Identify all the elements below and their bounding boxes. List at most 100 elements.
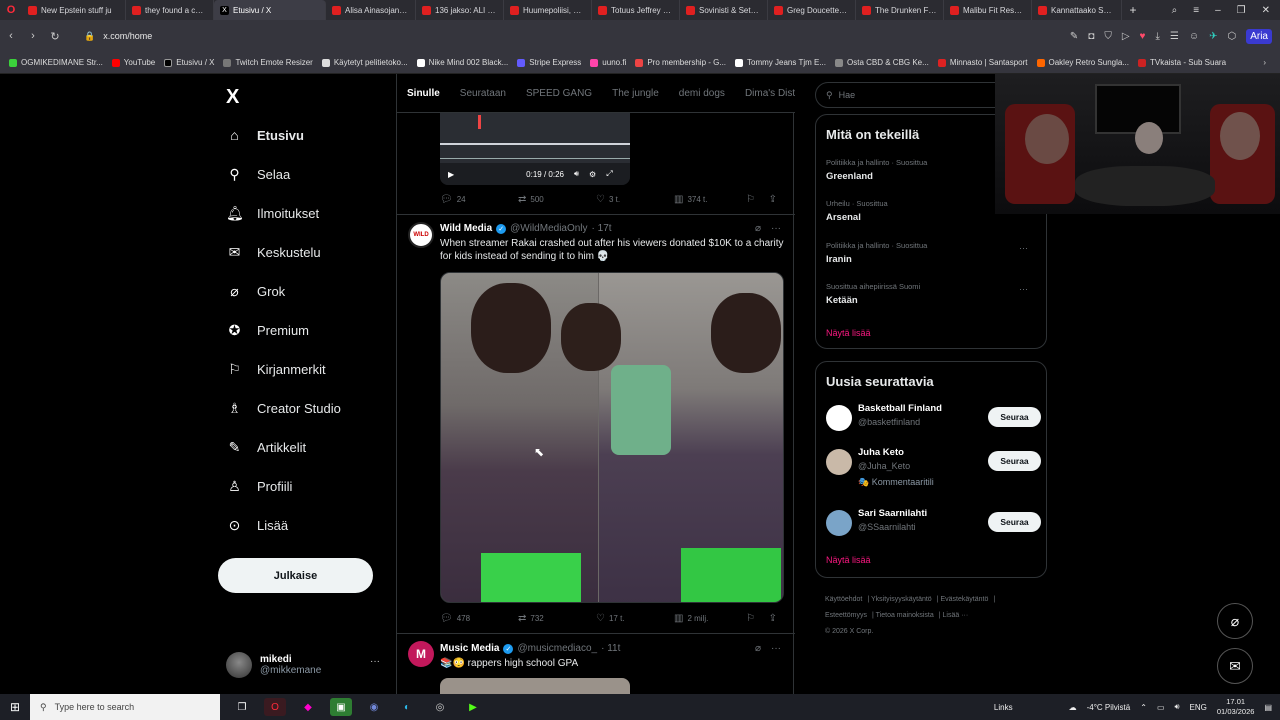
fullscreen-icon[interactable]: ⤢ — [606, 169, 612, 179]
opera-taskbar-icon[interactable]: O — [264, 698, 286, 716]
settings-gear-icon[interactable]: ⚙ — [589, 170, 596, 179]
search-tabs-icon[interactable]: ⌕ — [1172, 5, 1178, 16]
browser-tab[interactable]: The Drunken Fall of — [856, 0, 944, 20]
bookmark-item[interactable]: Nike Mind 002 Black... — [416, 58, 508, 67]
play-icon[interactable]: ▶ — [448, 170, 454, 179]
url-field[interactable]: x.com/home — [103, 31, 152, 41]
bookmark-item[interactable]: Pro membership - G... — [635, 58, 726, 67]
app-taskbar-icon[interactable]: ◎ — [429, 698, 451, 716]
trend-item[interactable]: Politiikka ja hallinto · Suosittua Iranin… — [826, 241, 1036, 265]
avatar[interactable]: WILD — [408, 222, 434, 248]
footer-link[interactable]: Lisää ··· — [943, 612, 969, 619]
sidebar-item-home[interactable]: ⌂ Etusivu — [226, 123, 304, 147]
footer-link[interactable]: Käyttöehdot — [825, 596, 862, 603]
sidebar-item-notifications[interactable]: 🔔︎ Ilmoitukset — [226, 201, 319, 225]
edit-icon[interactable]: ✎ — [1070, 31, 1078, 42]
browser-tab[interactable]: Kannattaako Screa — [1032, 0, 1122, 20]
more-dots-icon[interactable]: ··· — [1019, 284, 1028, 294]
bookmark-item[interactable]: Osta CBD & CBG Ke... — [835, 58, 929, 67]
new-tab-plus-icon[interactable]: + — [1122, 3, 1144, 17]
follow-suggestion[interactable]: Juha Keto @Juha_Keto 🎭 Kommentaaritili S… — [826, 447, 1041, 487]
bookmark-item[interactable]: YouTube — [111, 58, 155, 67]
views-button[interactable]: ▥ 374 t. — [674, 194, 752, 205]
like-button[interactable]: ♡ 17 t. — [596, 613, 674, 624]
more-dots-icon[interactable]: ··· — [370, 656, 380, 667]
follow-button[interactable]: Seuraa — [988, 512, 1041, 532]
tab-dimas-list[interactable]: Dima's Disti — [735, 74, 795, 112]
post-time[interactable]: · 17t — [592, 223, 612, 234]
bookmark-item[interactable]: Etusivu / X — [164, 58, 214, 67]
sidebar-item-explore[interactable]: ⚲ Selaa — [226, 162, 290, 186]
show-more-link[interactable]: Näytä lisää — [826, 328, 871, 338]
sidebar-item-articles[interactable]: ✎ Artikkelit — [226, 435, 307, 459]
post-author-name[interactable]: Music Media — [440, 643, 499, 654]
footer-link[interactable]: Esteettömyys — [825, 612, 867, 619]
bookmark-icon[interactable]: ⚐ — [746, 613, 755, 624]
browser-tab-active[interactable]: X Etusivu / X — [214, 0, 326, 20]
volume-icon[interactable]: 🔊︎ — [574, 169, 579, 179]
minimize-icon[interactable]: – — [1215, 5, 1221, 16]
back-icon[interactable]: ‹ — [0, 30, 22, 42]
like-button[interactable]: ♡ 3 t. — [596, 194, 674, 205]
trend-item[interactable]: Suosittua aihepiirissä Suomi Ketään ··· — [826, 282, 1036, 306]
post-author-handle[interactable]: @musicmediaco_ — [517, 643, 597, 654]
post-author-name[interactable]: Wild Media — [440, 223, 492, 234]
tab-the-jungle[interactable]: The jungle — [602, 74, 669, 112]
video-player[interactable]: ▶ 0:19 / 0:26 🔊︎ ⚙ ⤢ — [440, 113, 630, 185]
share-icon[interactable]: ⇪ — [769, 613, 777, 624]
bookmarks-overflow-icon[interactable]: › — [1263, 58, 1266, 67]
browser-tab[interactable]: Greg Doucette - Yo — [768, 0, 856, 20]
sidebar-item-bookmarks[interactable]: ⚐ Kirjanmerkit — [226, 357, 325, 381]
bookmark-item[interactable]: uuno.fi — [590, 58, 626, 67]
edge-taskbar-icon[interactable]: ◐ — [396, 698, 418, 716]
repost-button[interactable]: ⇄ 500 — [518, 194, 596, 205]
browser-tab[interactable]: Totuus Jeffrey Epste — [592, 0, 680, 20]
avatar[interactable]: M — [408, 641, 434, 667]
bookmark-item[interactable]: Oakley Retro Sungla... — [1036, 58, 1129, 67]
account-switcher[interactable]: mikedi @mikkemane ··· — [226, 648, 386, 682]
tab-following[interactable]: Seurataan — [450, 74, 516, 112]
app-taskbar-icon[interactable]: ▣ — [330, 698, 352, 716]
bookmark-item[interactable]: Tommy Jeans Tjm E... — [735, 58, 826, 67]
views-button[interactable]: ▥ 2 milj. — [674, 613, 752, 624]
footer-link[interactable]: Tietoa mainoksista — [876, 612, 934, 619]
task-view-icon[interactable]: ❐ — [231, 698, 253, 716]
forward-icon[interactable]: › — [22, 30, 44, 42]
share-icon[interactable]: ⇪ — [769, 194, 777, 205]
grok-fab-icon[interactable]: ⌀ — [1217, 603, 1253, 639]
bookmark-item[interactable]: TVkaista - Sub Suara — [1137, 58, 1226, 67]
browser-tab[interactable]: New Epstein stuff ju — [22, 0, 126, 20]
bookmark-item[interactable]: OGMIKEDIMANE Str... — [9, 58, 103, 67]
cube-icon[interactable]: ⬡ — [1227, 31, 1236, 42]
shield-icon[interactable]: ⛉ — [1104, 31, 1112, 42]
maximize-icon[interactable]: ❐ — [1237, 5, 1246, 16]
volume-icon[interactable]: 🔊︎ — [1175, 702, 1180, 712]
footer-link[interactable]: Evästekäytäntö — [940, 596, 988, 603]
post-author-handle[interactable]: @WildMediaOnly — [510, 223, 587, 234]
tab-menu-icon[interactable]: ≡ — [1193, 5, 1199, 16]
tab-for-you[interactable]: Sinulle — [397, 74, 450, 112]
clock[interactable]: 17.01 01/03/2026 — [1217, 697, 1255, 717]
links-toolbar[interactable]: Links — [994, 703, 1013, 712]
tab-demi-dogs[interactable]: demi dogs — [669, 74, 735, 112]
download-icon[interactable]: ⤓ — [1155, 31, 1159, 42]
browser-tab[interactable]: 136 jakso: ALI KHA — [416, 0, 504, 20]
tray-chevron-icon[interactable]: ⌃ — [1140, 703, 1147, 712]
taskbar-search-input[interactable]: ⚲ Type here to search — [30, 694, 220, 720]
bookmark-icon[interactable]: ⚐ — [746, 194, 755, 205]
discord-taskbar-icon[interactable]: ◉ — [363, 698, 385, 716]
camera-icon[interactable]: ◘ — [1088, 31, 1094, 42]
bookmark-item[interactable]: Käytetyt pelitietoko... — [321, 58, 408, 67]
grok-icon[interactable]: ⌀ — [755, 223, 761, 234]
browser-tab[interactable]: Alisa Ainasojan Toi — [326, 0, 416, 20]
bookmark-item[interactable]: Twitch Emote Resizer — [223, 58, 313, 67]
browser-tab[interactable]: they found a conta — [126, 0, 214, 20]
more-dots-icon[interactable]: ··· — [771, 223, 781, 234]
footer-link[interactable]: Yksityisyyskäytäntö — [871, 596, 932, 603]
notification-icon[interactable]: ▤ — [1264, 703, 1272, 712]
browser-tab[interactable]: Huumepoliisi, Riko — [504, 0, 592, 20]
reply-button[interactable]: 💬︎ 24 — [440, 194, 518, 205]
windows-start-icon[interactable]: ⊞ — [0, 700, 30, 714]
network-icon[interactable]: ▭ — [1157, 703, 1165, 712]
browser-tab[interactable]: Sovinisti & Setämie — [680, 0, 768, 20]
